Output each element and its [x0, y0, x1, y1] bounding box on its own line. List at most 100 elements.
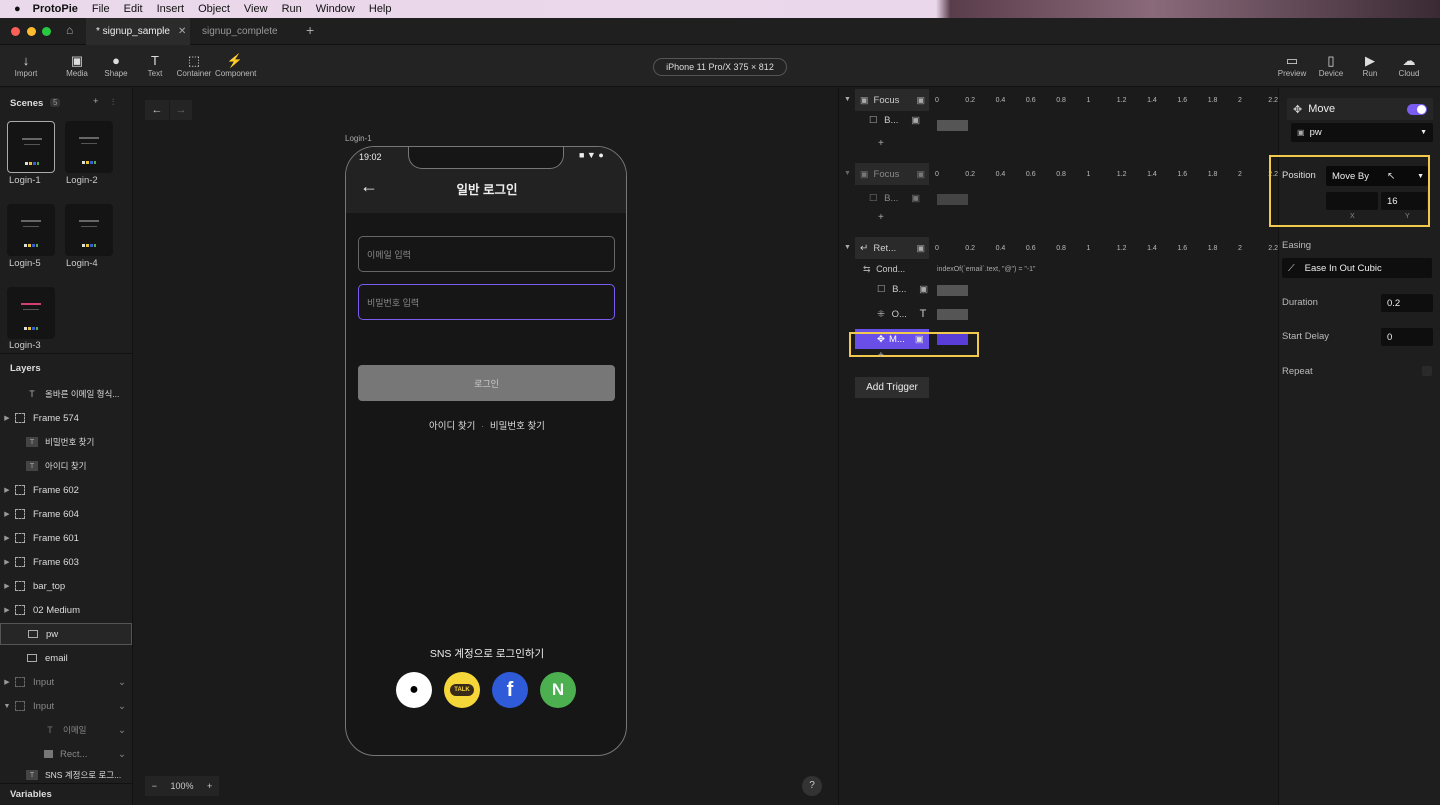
apple-icon[interactable]: ●	[14, 3, 21, 15]
chevron-down-icon[interactable]: ⌄	[118, 725, 126, 736]
close-tab-icon[interactable]: ✕	[178, 26, 186, 37]
maximize-window-button[interactable]	[42, 27, 51, 36]
start-delay-input[interactable]: 0	[1381, 328, 1433, 346]
menu-object[interactable]: Object	[198, 3, 230, 15]
response-bar[interactable]	[937, 194, 968, 205]
layer-item[interactable]: Rect... ⌄	[0, 743, 132, 765]
container-button[interactable]: ⬚ Container	[174, 53, 214, 78]
easing-select[interactable]: ⟋ Ease In Out Cubic	[1282, 258, 1432, 278]
home-icon[interactable]: ⌂	[66, 23, 73, 37]
layer-item[interactable]: T 아이디 찾기	[0, 455, 132, 477]
naver-login-button[interactable]: N	[540, 672, 576, 708]
cloud-button[interactable]: ☁ Cloud	[1389, 53, 1429, 78]
layer-item[interactable]: ▶ Input ⌄	[0, 671, 132, 693]
zoom-out-icon[interactable]: −	[152, 781, 157, 791]
menu-run[interactable]: Run	[282, 3, 302, 15]
expand-icon[interactable]: ▶	[0, 678, 14, 686]
layer-item[interactable]: T 비밀번호 찾기	[0, 431, 132, 453]
add-response-icon[interactable]: +	[878, 212, 884, 223]
layer-item[interactable]: ▶ Frame 602	[0, 479, 132, 501]
zoom-in-icon[interactable]: +	[207, 781, 212, 791]
kakao-login-button[interactable]: TALK	[444, 672, 480, 708]
scene-thumb-login-5[interactable]	[7, 204, 55, 256]
zoom-level[interactable]: 100%	[170, 781, 193, 791]
response-row[interactable]: ⁜ O... T	[877, 308, 926, 320]
scene-thumb-login-3[interactable]	[7, 287, 55, 339]
target-layer-select[interactable]: ▣ pw ▼	[1291, 123, 1433, 142]
response-bar[interactable]	[937, 285, 968, 296]
layer-item[interactable]: ▶ Frame 603	[0, 551, 132, 573]
component-button[interactable]: ⚡ Component	[215, 53, 256, 78]
close-window-button[interactable]	[11, 27, 20, 36]
menu-help[interactable]: Help	[369, 3, 392, 15]
expand-icon[interactable]: ▶	[0, 606, 14, 614]
layer-item[interactable]: ▶ Frame 574	[0, 407, 132, 429]
scene-thumb-login-1[interactable]	[7, 121, 55, 173]
collapse-icon[interactable]: ▼	[844, 96, 851, 103]
nav-forward-icon[interactable]: →	[170, 100, 192, 120]
response-row[interactable]: ☐ B... ▣	[877, 284, 928, 295]
scene-thumb-login-2[interactable]	[65, 121, 113, 173]
layer-item[interactable]: T 올바른 이메일 형식...	[0, 383, 132, 405]
tab-signup-sample[interactable]: * signup_sample ✕	[86, 18, 190, 45]
run-button[interactable]: ▶ Run	[1350, 53, 1390, 78]
expand-icon[interactable]: ▶	[0, 534, 14, 542]
add-response-icon[interactable]: +	[878, 350, 884, 361]
device-selector[interactable]: iPhone 11 Pro/X 375 × 812	[653, 58, 787, 76]
new-tab-icon[interactable]: +	[306, 22, 314, 38]
layer-item[interactable]: ▶ Frame 601	[0, 527, 132, 549]
help-button[interactable]: ?	[802, 776, 822, 796]
layer-item-pw-selected[interactable]: pw	[0, 623, 132, 645]
text-button[interactable]: T Text	[135, 53, 175, 78]
shape-button[interactable]: ● Shape	[96, 53, 136, 78]
chevron-down-icon[interactable]: ⌄	[118, 677, 126, 688]
layer-item[interactable]: email	[0, 647, 132, 669]
trigger-return[interactable]: ↵ Ret... ▣	[855, 237, 929, 259]
menu-view[interactable]: View	[244, 3, 268, 15]
expand-icon[interactable]: ▶	[0, 486, 14, 494]
menu-window[interactable]: Window	[316, 3, 355, 15]
add-trigger-button[interactable]: Add Trigger	[855, 377, 929, 398]
find-pw-link[interactable]: 비밀번호 찾기	[490, 421, 545, 432]
scene-options-icon[interactable]: ⫶	[112, 97, 114, 108]
import-button[interactable]: ↓ Import	[6, 53, 46, 78]
layer-item[interactable]: ▶ 02 Medium	[0, 599, 132, 621]
chevron-down-icon[interactable]: ⌄	[118, 749, 126, 760]
menu-edit[interactable]: Edit	[124, 3, 143, 15]
response-bar[interactable]	[937, 309, 968, 320]
preview-button[interactable]: ▭ Preview	[1272, 53, 1312, 78]
device-button[interactable]: ▯ Device	[1311, 53, 1351, 78]
layer-item[interactable]: ▶ bar_top	[0, 575, 132, 597]
duration-input[interactable]: 0.2	[1381, 294, 1433, 312]
trigger-focus-2[interactable]: ▣ Focus ▣	[855, 163, 929, 185]
chevron-down-icon[interactable]: ⌄	[118, 701, 126, 712]
find-id-link[interactable]: 아이디 찾기	[429, 421, 475, 432]
app-name[interactable]: ProtoPie	[33, 3, 78, 15]
expand-icon[interactable]: ▶	[0, 558, 14, 566]
response-row[interactable]: ☐ B... ▣	[869, 115, 920, 126]
email-input[interactable]: 이메일 입력	[358, 236, 615, 272]
response-row[interactable]: ☐ B... ▣	[869, 193, 920, 204]
tab-signup-complete[interactable]: signup_complete	[202, 26, 278, 37]
collapse-icon[interactable]: ▼	[844, 170, 851, 177]
apple-login-button[interactable]: ●	[396, 672, 432, 708]
collapse-icon[interactable]: ▼	[844, 244, 851, 251]
collapse-icon[interactable]: ▼	[0, 703, 14, 710]
login-button[interactable]: 로그인	[358, 365, 615, 401]
layer-item[interactable]: ▼ Input ⌄	[0, 695, 132, 717]
layer-item[interactable]: T 이메일 ⌄	[0, 719, 132, 741]
scene-thumb-login-4[interactable]	[65, 204, 113, 256]
expand-icon[interactable]: ▶	[0, 510, 14, 518]
password-input[interactable]: 비밀번호 입력	[358, 284, 615, 320]
response-toggle[interactable]	[1407, 103, 1427, 115]
menu-insert[interactable]: Insert	[157, 3, 185, 15]
facebook-login-button[interactable]: f	[492, 672, 528, 708]
condition-row[interactable]: ⇆ Cond...	[863, 264, 905, 275]
add-response-icon[interactable]: +	[878, 138, 884, 149]
nav-back-icon[interactable]: ←	[145, 100, 169, 120]
add-scene-icon[interactable]: +	[93, 96, 99, 107]
layer-item[interactable]: T SNS 계정으로 로그...	[0, 769, 132, 781]
minimize-window-button[interactable]	[27, 27, 36, 36]
expand-icon[interactable]: ▶	[0, 582, 14, 590]
response-bar[interactable]	[937, 120, 968, 131]
